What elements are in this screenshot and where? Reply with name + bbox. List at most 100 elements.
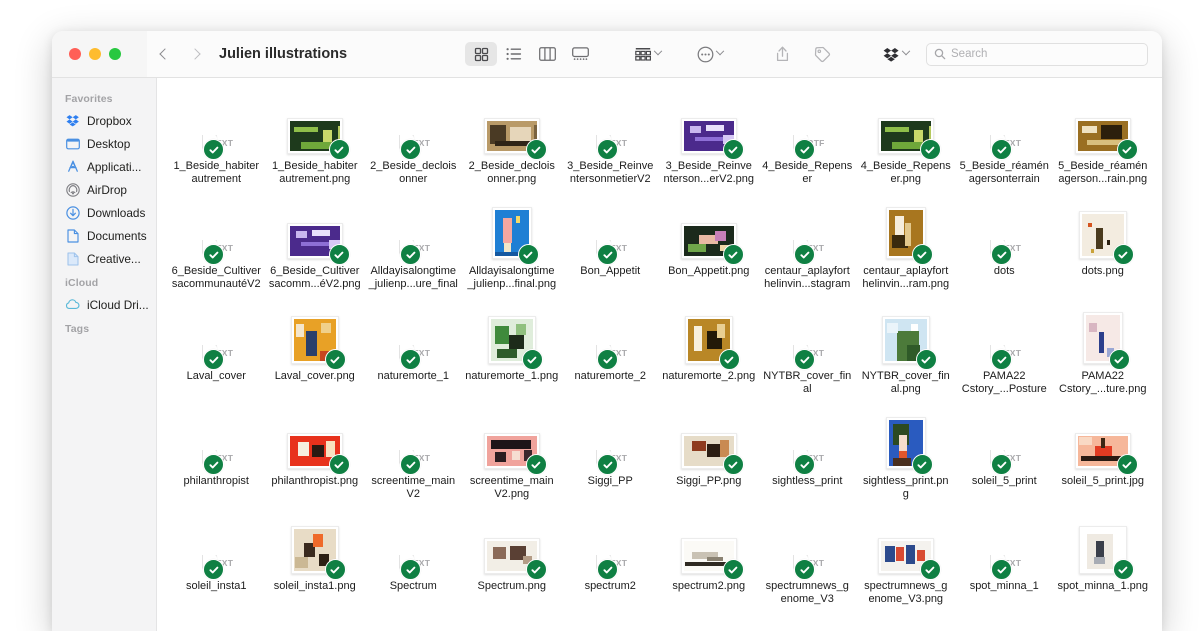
file-item[interactable]: TXT Spectrum <box>364 512 463 617</box>
file-item[interactable]: centaur_aplayfort helinvin...ram.png <box>857 197 956 302</box>
file-item[interactable]: Bon_Appetit.png <box>660 197 759 302</box>
sidebar-item-downloads[interactable]: Downloads <box>52 201 156 224</box>
file-thumbnail <box>290 512 346 580</box>
file-item[interactable]: 6_Beside_Cultiver sacomm...éV2.png <box>266 197 365 302</box>
artwork-shape <box>509 334 524 349</box>
file-item[interactable]: TXT Alldayisalongtime _julienp...ure_fina… <box>364 197 463 302</box>
file-item[interactable]: TXT naturemorte_2 <box>561 302 660 407</box>
file-item[interactable]: Spectrum.png <box>463 512 562 617</box>
document-icon: TXT <box>991 345 1021 370</box>
file-name-label: sightless_print <box>772 475 843 487</box>
group-by-button[interactable] <box>632 42 664 66</box>
checkmark-icon <box>917 251 927 258</box>
sidebar-item-creative[interactable]: Creative... <box>52 247 156 270</box>
image-thumbnail-icon <box>1074 118 1138 160</box>
icon-view-button[interactable] <box>465 42 497 66</box>
file-item[interactable]: spectrum2.png <box>660 512 759 617</box>
file-item[interactable]: 3_Beside_Reinve nterson...erV2.png <box>660 92 759 197</box>
file-item[interactable]: Alldayisalongtime _julienp...final.png <box>463 197 562 302</box>
column-view-button[interactable] <box>531 42 563 66</box>
file-name-label: NYTBR_cover_fin al <box>763 370 852 395</box>
file-thumbnail: TXT <box>597 92 627 160</box>
file-item[interactable]: TXT 3_Beside_Reinve ntersonmetierV2 <box>561 92 660 197</box>
file-name-label: 3_Beside_Reinve ntersonmetierV2 <box>567 160 654 185</box>
file-item[interactable]: sightless_print.pn g <box>857 407 956 512</box>
sidebar-item-documents[interactable]: Documents <box>52 224 156 247</box>
file-item[interactable]: TXT spot_minna_1 <box>955 512 1054 617</box>
file-item[interactable]: TXT spectrumnews_g enome_V3 <box>758 512 857 617</box>
search-input[interactable]: Search <box>951 48 987 60</box>
file-item[interactable]: Siggi_PP.png <box>660 407 759 512</box>
file-item[interactable]: NYTBR_cover_fin al.png <box>857 302 956 407</box>
sidebar-item-icloud-drive[interactable]: iCloud Dri... <box>52 293 156 316</box>
file-item[interactable]: TXT Bon_Appetit <box>561 197 660 302</box>
file-item[interactable]: TXT PAMA22 Cstory_...Posture <box>955 302 1054 407</box>
file-item[interactable]: TXT soleil_insta1 <box>167 512 266 617</box>
airdrop-icon <box>65 182 80 197</box>
file-item[interactable]: TXT centaur_aplayfort helinvin...stagram <box>758 197 857 302</box>
sidebar-item-desktop[interactable]: Desktop <box>52 132 156 155</box>
file-item[interactable]: spectrumnews_g enome_V3.png <box>857 512 956 617</box>
file-item[interactable]: soleil_insta1.png <box>266 512 365 617</box>
file-item[interactable]: naturemorte_2.png <box>660 302 759 407</box>
file-item[interactable]: Laval_cover.png <box>266 302 365 407</box>
desktop-icon <box>65 136 80 151</box>
file-item[interactable]: TXT 6_Beside_Cultiver sacommunautéV2 <box>167 197 266 302</box>
file-thumbnail: TXT <box>794 512 824 580</box>
file-item[interactable]: TXT 2_Beside_declois onner <box>364 92 463 197</box>
sidebar-item-airdrop[interactable]: AirDrop <box>52 178 156 201</box>
file-item[interactable]: dots.png <box>1054 197 1153 302</box>
checkmark-icon <box>523 251 533 258</box>
sync-status-badge <box>1116 454 1138 475</box>
file-grid-area[interactable]: TXT 1_Beside_habiter autrement 1_Beside_ha… <box>157 78 1162 631</box>
minimize-window-button[interactable] <box>89 48 101 60</box>
file-item[interactable]: soleil_5_print.jpg <box>1054 407 1153 512</box>
search-field[interactable]: Search <box>926 42 1148 66</box>
file-item[interactable]: TXT 1_Beside_habiter autrement <box>167 92 266 197</box>
file-item[interactable]: naturemorte_1.png <box>463 302 562 407</box>
file-item[interactable]: 2_Beside_declois onner.png <box>463 92 562 197</box>
file-item[interactable]: TXT Laval_cover <box>167 302 266 407</box>
dropbox-button[interactable] <box>880 42 912 66</box>
downloads-icon <box>65 205 80 220</box>
file-item[interactable]: TXT screentime_main V2 <box>364 407 463 512</box>
gallery-view-button[interactable] <box>564 42 596 66</box>
sidebar-item-applications[interactable]: Applicati... <box>52 155 156 178</box>
artwork-shape <box>887 322 898 333</box>
file-item[interactable]: 1_Beside_habiter autrement.png <box>266 92 365 197</box>
file-item[interactable]: TXT spectrum2 <box>561 512 660 617</box>
grid-view-icon <box>474 47 488 61</box>
edit-tags-button[interactable] <box>811 42 834 66</box>
maximize-window-button[interactable] <box>109 48 121 60</box>
file-item[interactable]: TXT philanthropist <box>167 407 266 512</box>
close-window-button[interactable] <box>69 48 81 60</box>
file-item[interactable]: TXT 5_Beside_réamén agersonterrain <box>955 92 1054 197</box>
sidebar-item-dropbox[interactable]: Dropbox <box>52 109 156 132</box>
file-item[interactable]: 4_Beside_Repens er.png <box>857 92 956 197</box>
file-item[interactable]: TXT sightless_print <box>758 407 857 512</box>
file-item[interactable]: screentime_main V2.png <box>463 407 562 512</box>
file-item[interactable]: RTF 4_Beside_Repens er <box>758 92 857 197</box>
action-menu-button[interactable] <box>694 42 726 66</box>
file-thumbnail <box>1082 302 1130 370</box>
list-view-button[interactable] <box>498 42 530 66</box>
file-thumbnail <box>491 197 539 265</box>
file-item[interactable]: spot_minna_1.png <box>1054 512 1153 617</box>
back-button[interactable] <box>157 45 173 63</box>
file-item[interactable]: philanthropist.png <box>266 407 365 512</box>
file-item[interactable]: TXT NYTBR_cover_fin al <box>758 302 857 407</box>
file-item[interactable]: TXT soleil_5_print <box>955 407 1054 512</box>
document-icon: TXT <box>991 555 1021 580</box>
sync-status-badge <box>915 349 937 370</box>
file-item[interactable]: TXT naturemorte_1 <box>364 302 463 407</box>
share-button[interactable] <box>772 42 793 66</box>
forward-button[interactable] <box>187 45 203 63</box>
file-item[interactable]: 5_Beside_réamén agerson...rain.png <box>1054 92 1153 197</box>
file-item[interactable]: TXT dots <box>955 197 1054 302</box>
file-item[interactable]: PAMA22 Cstory_...ture.png <box>1054 302 1153 407</box>
checkmark-icon <box>921 356 931 363</box>
file-item[interactable]: TXT Siggi_PP <box>561 407 660 512</box>
file-name-label: soleil_insta1.png <box>273 580 356 592</box>
file-thumbnail <box>487 302 543 370</box>
file-name-label: 4_Beside_Repens er <box>762 160 853 185</box>
